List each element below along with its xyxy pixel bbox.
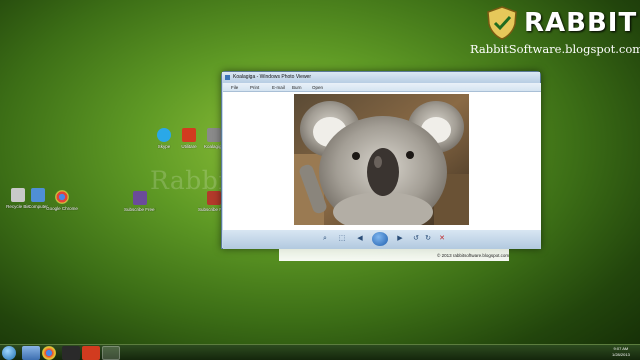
computer-icon — [31, 188, 45, 202]
rotate-right-icon[interactable]: ↻ — [423, 234, 433, 244]
chrome-taskbar-button[interactable] — [42, 346, 56, 360]
system-tray[interactable] — [590, 349, 610, 356]
zoom-icon[interactable]: ⌕ — [319, 234, 331, 244]
app-icon — [225, 75, 230, 80]
title-bar[interactable]: Koalagiga - Windows Photo Viewer — [222, 72, 540, 83]
folder-icon — [133, 191, 147, 205]
clock-date: 1/28/2013 — [612, 352, 630, 357]
rotate-left-icon[interactable]: ↺ — [411, 234, 421, 244]
taskbar: 9:07 AM 1/28/2013 — [0, 344, 640, 360]
slideshow-button[interactable] — [372, 232, 388, 246]
chrome-icon — [55, 190, 69, 204]
menu-file[interactable]: File — [231, 85, 238, 90]
menu-open[interactable]: Open — [312, 85, 323, 90]
explorer-taskbar-button[interactable] — [22, 346, 40, 360]
shield-icon — [487, 6, 517, 40]
app-taskbar-button[interactable] — [82, 346, 100, 360]
menu-bar: File Print E-mail Burn Open — [223, 83, 541, 92]
menu-email[interactable]: E-mail — [272, 85, 285, 90]
image-canvas — [223, 92, 541, 230]
image-icon — [207, 128, 221, 142]
next-icon[interactable]: ▶ — [395, 234, 405, 244]
skype-icon — [157, 128, 171, 142]
image-icon — [207, 191, 221, 205]
window-title: Koalagiga - Windows Photo Viewer — [233, 74, 312, 80]
photo-viewer-taskbar-button[interactable] — [102, 346, 120, 360]
app-icon — [182, 128, 196, 142]
actual-size-icon[interactable]: ⬚ — [337, 234, 347, 244]
brand-name: RABBIT — [524, 8, 638, 38]
viewer-controls: ⌕ ⬚ ◀ ▶ ↺ ↻ ✕ — [223, 230, 541, 249]
desktop-icon-label: Google Chrome — [46, 206, 78, 211]
media-taskbar-button[interactable] — [62, 346, 80, 360]
koala-photo — [294, 94, 469, 225]
menu-print[interactable]: Print — [250, 85, 259, 90]
delete-icon[interactable]: ✕ — [437, 234, 447, 244]
copyright-text: © 2013 rabbitsoftware.blogspot.com — [437, 253, 510, 258]
start-button[interactable] — [2, 346, 16, 360]
desktop-icon-label: Subscribe Free Ebooks — [124, 207, 156, 212]
clock[interactable]: 9:07 AM 1/28/2013 — [612, 346, 630, 358]
brand-url: RabbitSoftware.blogspot.com — [470, 42, 640, 56]
desktop-icon-subscribe-ebooks[interactable]: Subscribe Free Ebooks — [124, 191, 156, 212]
brand-logo: RABBIT RabbitSoftware.blogspot.com — [470, 4, 640, 56]
photo-viewer-window[interactable]: Koalagiga - Windows Photo Viewer File Pr… — [221, 71, 541, 249]
menu-burn[interactable]: Burn — [292, 85, 302, 90]
previous-icon[interactable]: ◀ — [355, 234, 365, 244]
desktop-icon-chrome[interactable]: Google Chrome — [46, 190, 78, 211]
